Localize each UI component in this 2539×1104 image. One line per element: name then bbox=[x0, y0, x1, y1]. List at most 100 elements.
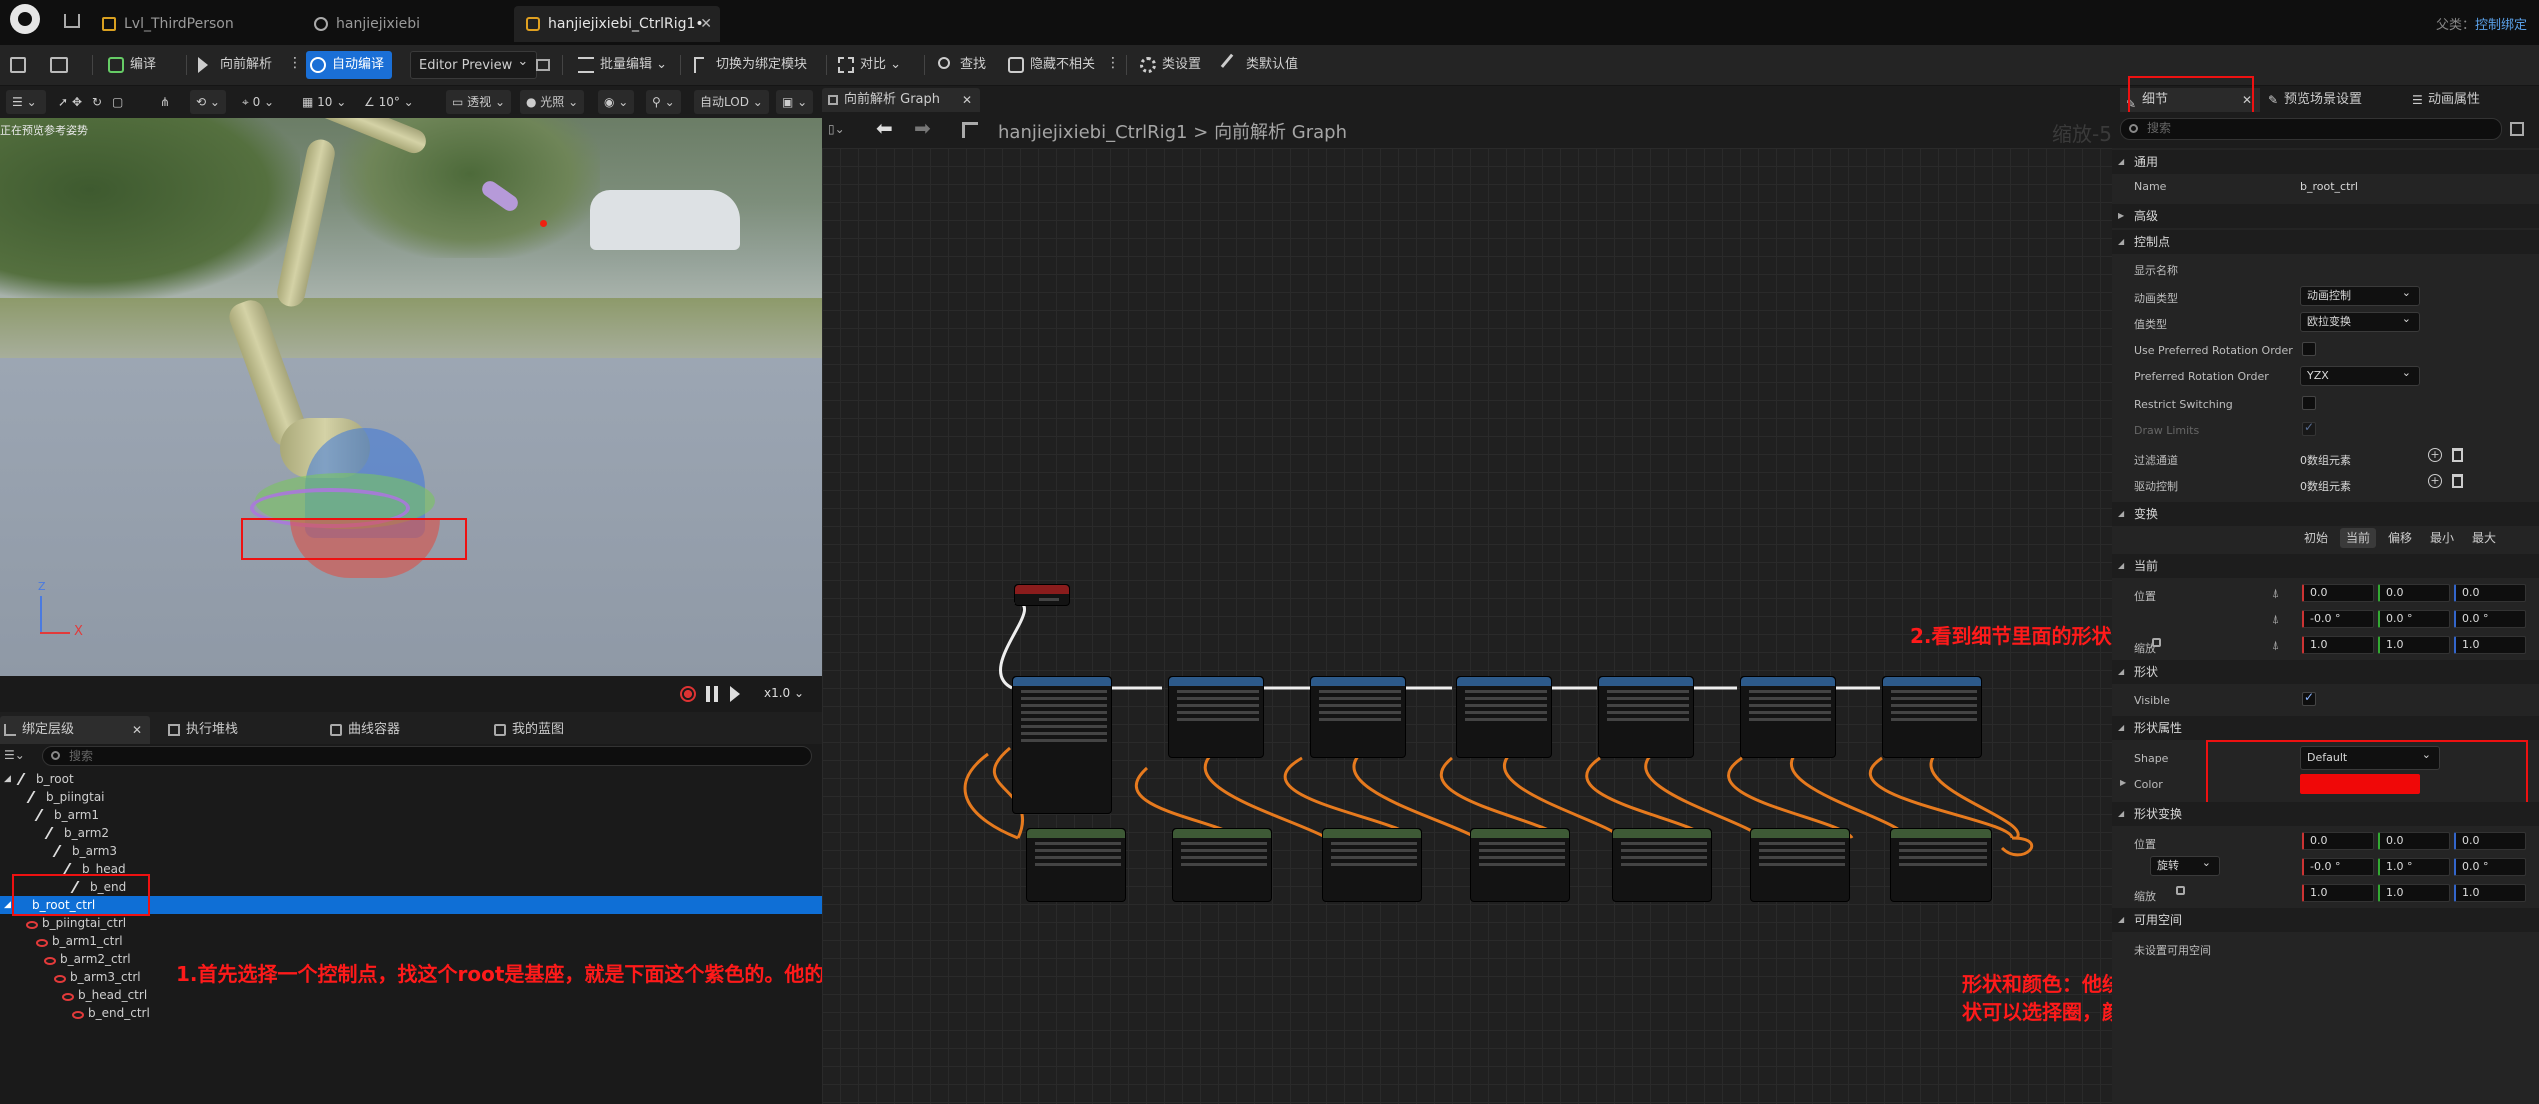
shape-scale-z[interactable]: 1.0 bbox=[2454, 884, 2526, 902]
breadcrumb-asset[interactable]: hanjiejixiebi_CtrlRig1 bbox=[998, 122, 1188, 143]
transform-mode-initial[interactable]: 初始 bbox=[2298, 528, 2334, 548]
section-shape[interactable]: 形状 bbox=[2112, 660, 2539, 684]
transform-mode-offset[interactable]: 偏移 bbox=[2382, 528, 2418, 548]
tab-curve-container[interactable]: 曲线容器 bbox=[326, 716, 476, 744]
pause-icon[interactable] bbox=[706, 686, 718, 702]
viewport[interactable]: 正在预览参考姿势 Z X bbox=[0, 118, 822, 676]
forwards-solve-event-node[interactable] bbox=[1014, 584, 1070, 606]
find-button[interactable]: 查找 bbox=[934, 51, 986, 79]
parent-class-link[interactable]: 控制绑定 bbox=[2475, 18, 2527, 33]
current-scale-z[interactable]: 1.0 bbox=[2454, 636, 2526, 654]
close-tab-icon[interactable]: ✕ bbox=[700, 6, 712, 42]
tree-row-bone[interactable]: ◢ b_root bbox=[0, 770, 822, 788]
move-tool-icon[interactable]: ✥ bbox=[66, 90, 88, 114]
rotation-snap-button[interactable]: ∠ 10° ⌄ bbox=[358, 90, 420, 114]
get-transform-node[interactable] bbox=[1470, 828, 1570, 902]
set-transform-node[interactable] bbox=[1168, 676, 1264, 758]
get-transform-node[interactable] bbox=[1026, 828, 1126, 902]
diff-button[interactable]: 对比 ⌄ bbox=[834, 51, 901, 79]
browse-icon[interactable] bbox=[50, 57, 68, 73]
shape-scale-x[interactable]: 1.0 bbox=[2302, 884, 2374, 902]
expand-arrow-icon[interactable]: ◢ bbox=[4, 896, 11, 914]
set-transform-node[interactable] bbox=[1740, 676, 1836, 758]
section-available-space[interactable]: 可用空间 bbox=[2112, 908, 2539, 932]
tab-level[interactable]: Lvl_ThirdPerson bbox=[90, 6, 290, 42]
tab-mesh[interactable]: hanjiejixiebi bbox=[302, 6, 502, 42]
class-settings-button[interactable]: 类设置 bbox=[1136, 51, 1201, 79]
get-transform-node[interactable] bbox=[1750, 828, 1850, 902]
tree-row-bone[interactable]: b_arm2 bbox=[0, 824, 822, 842]
viewport-layout-dropdown[interactable]: ▣ ⌄ bbox=[776, 90, 814, 114]
filter-icon[interactable]: ☰⌄ bbox=[4, 748, 25, 762]
get-transform-node[interactable] bbox=[1612, 828, 1712, 902]
show-dropdown[interactable]: ◉ ⌄ bbox=[598, 90, 635, 114]
forward-arrow-icon[interactable]: ➡ bbox=[914, 116, 931, 140]
record-icon[interactable] bbox=[680, 686, 696, 702]
current-location-x[interactable]: 0.0 bbox=[2302, 584, 2374, 602]
shape-rotation-z[interactable]: 0.0 ° bbox=[2454, 858, 2526, 876]
shape-rotation-y[interactable]: 1.0 ° bbox=[2378, 858, 2450, 876]
tree-row-bone[interactable]: b_arm1 bbox=[0, 806, 822, 824]
grid-snap-button[interactable]: ▦ 10 ⌄ bbox=[296, 90, 352, 114]
section-current[interactable]: 当前 bbox=[2112, 554, 2539, 578]
get-transform-node[interactable] bbox=[1890, 828, 1992, 902]
batch-edit-button[interactable]: 批量编辑 ⌄ bbox=[574, 51, 667, 79]
tree-row-control[interactable]: b_piingtai_ctrl bbox=[0, 914, 822, 932]
section-advanced[interactable]: 高级 bbox=[2112, 204, 2539, 228]
visible-checkbox[interactable] bbox=[2302, 690, 2316, 706]
add-element-icon[interactable]: + bbox=[2428, 448, 2442, 462]
section-shape-properties[interactable]: 形状属性 bbox=[2112, 716, 2539, 740]
shape-location-y[interactable]: 0.0 bbox=[2378, 832, 2450, 850]
pin-dropdown[interactable]: ⚲ ⌄ bbox=[646, 90, 681, 114]
shape-location-x[interactable]: 0.0 bbox=[2302, 832, 2374, 850]
reset-icon[interactable]: ⍋ bbox=[2272, 612, 2279, 627]
tree-row-bone[interactable]: b_arm3 bbox=[0, 842, 822, 860]
forward-solve-button[interactable]: 向前解析 bbox=[194, 51, 272, 79]
value-type-dropdown[interactable]: 欧拉变换 bbox=[2300, 310, 2420, 332]
editor-preview-dropdown[interactable]: Editor Preview bbox=[410, 48, 538, 79]
tab-forward-solve-graph[interactable]: 向前解析 Graph ✕ bbox=[822, 88, 980, 112]
preferred-rotation-order-dropdown[interactable]: YZX bbox=[2300, 364, 2420, 386]
hide-unrelated-button[interactable]: 隐藏不相关 bbox=[1004, 51, 1095, 79]
transform-mode-max[interactable]: 最大 bbox=[2466, 528, 2502, 548]
current-location-y[interactable]: 0.0 bbox=[2378, 584, 2450, 602]
step-forward-icon[interactable] bbox=[730, 686, 740, 702]
current-scale-y[interactable]: 1.0 bbox=[2378, 636, 2450, 654]
set-transform-node[interactable] bbox=[1456, 676, 1552, 758]
set-transform-node[interactable] bbox=[1310, 676, 1406, 758]
reset-icon[interactable]: ⍋ bbox=[2272, 586, 2279, 601]
shape-scale-y[interactable]: 1.0 bbox=[2378, 884, 2450, 902]
tab-execution-stack[interactable]: 执行堆栈 bbox=[164, 716, 314, 744]
switch-to-rig-module-button[interactable]: 切换为绑定模块 bbox=[690, 51, 807, 79]
current-rotation-z[interactable]: 0.0 ° bbox=[2454, 610, 2526, 628]
current-location-z[interactable]: 0.0 bbox=[2454, 584, 2526, 602]
perspective-dropdown[interactable]: ▭ 透视 ⌄ bbox=[446, 90, 512, 114]
get-transform-node[interactable] bbox=[1172, 828, 1272, 902]
playback-speed-dropdown[interactable]: x1.0 ⌄ bbox=[764, 686, 804, 700]
target-point-icon[interactable] bbox=[540, 220, 547, 227]
trash-icon[interactable] bbox=[2452, 448, 2463, 462]
surface-snap-icon[interactable]: ⋔ bbox=[154, 90, 176, 114]
current-rotation-y[interactable]: 0.0 ° bbox=[2378, 610, 2450, 628]
expand-arrow-icon[interactable]: ▶ bbox=[2120, 778, 2126, 787]
section-shape-transform[interactable]: 形状变换 bbox=[2112, 802, 2539, 826]
section-general[interactable]: 通用 bbox=[2112, 150, 2539, 174]
close-tab-icon[interactable]: ✕ bbox=[132, 716, 142, 744]
use-preferred-rotation-order-checkbox[interactable] bbox=[2302, 342, 2316, 356]
trash-icon[interactable] bbox=[2452, 474, 2463, 488]
lod-dropdown[interactable]: 自动LOD ⌄ bbox=[694, 90, 769, 114]
shape-location-z[interactable]: 0.0 bbox=[2454, 832, 2526, 850]
compile-button[interactable]: 编译 bbox=[104, 51, 156, 79]
history-dropdown-icon[interactable]: ▯⌄ bbox=[828, 122, 845, 136]
tab-anim-attributes[interactable]: ☰ 动画属性 bbox=[2406, 88, 2536, 112]
tree-row-control[interactable]: b_head_ctrl bbox=[0, 986, 822, 1004]
add-element-icon[interactable]: + bbox=[2428, 474, 2442, 488]
get-transform-node[interactable] bbox=[1322, 828, 1422, 902]
auto-compile-button[interactable]: 自动编译 bbox=[306, 51, 393, 79]
set-transform-node[interactable] bbox=[1882, 676, 1982, 758]
lighting-dropdown[interactable]: ● 光照 ⌄ bbox=[520, 90, 585, 114]
tree-row-control[interactable]: b_end_ctrl bbox=[0, 1004, 822, 1022]
close-tab-icon[interactable]: ✕ bbox=[962, 88, 972, 112]
save-icon[interactable] bbox=[10, 57, 26, 73]
breadcrumb-graph[interactable]: 向前解析 Graph bbox=[1214, 122, 1347, 143]
